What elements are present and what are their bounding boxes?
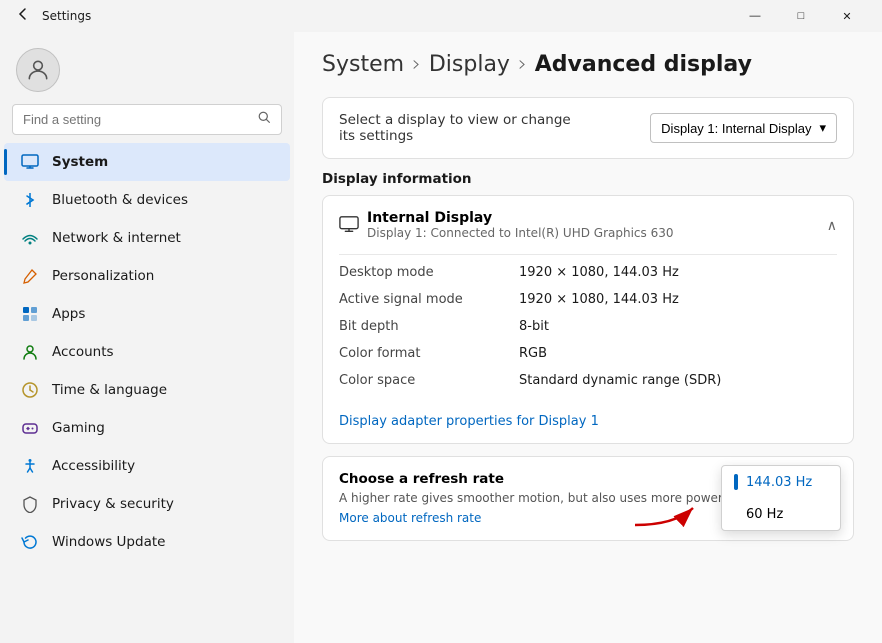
privacy-icon xyxy=(20,494,40,514)
sidebar-item-update-label: Windows Update xyxy=(52,534,165,550)
brush-icon xyxy=(20,266,40,286)
breadcrumb-sep1: › xyxy=(412,52,421,77)
row-label-desktop: Desktop mode xyxy=(339,265,519,280)
row-value-bitdepth: 8-bit xyxy=(519,319,549,334)
row-value-colorformat: RGB xyxy=(519,346,547,361)
time-icon xyxy=(20,380,40,400)
sidebar-item-personalization-label: Personalization xyxy=(52,268,154,284)
maximize-button[interactable]: □ xyxy=(778,0,824,32)
avatar xyxy=(16,48,60,92)
sidebar-item-bluetooth-label: Bluetooth & devices xyxy=(52,192,188,208)
minimize-button[interactable]: — xyxy=(732,0,778,32)
user-section xyxy=(0,32,294,104)
sidebar-item-system[interactable]: System xyxy=(4,143,290,181)
sidebar-item-accessibility-label: Accessibility xyxy=(52,458,135,474)
display-info-section-header: Display information xyxy=(322,171,854,187)
app-body: System Bluetooth & devices Network & xyxy=(0,32,882,643)
sidebar-item-bluetooth[interactable]: Bluetooth & devices xyxy=(4,181,290,219)
search-input[interactable] xyxy=(23,112,250,127)
refresh-option-60[interactable]: 60 Hz xyxy=(722,498,840,530)
display-card-header-left: Internal Display Display 1: Connected to… xyxy=(339,210,674,240)
sidebar-item-gaming-label: Gaming xyxy=(52,420,105,436)
refresh-option-144-label: 144.03 Hz xyxy=(746,475,812,490)
chevron-down-icon: ▾ xyxy=(819,120,826,136)
display-dropdown[interactable]: Display 1: Internal Display ▾ xyxy=(650,113,837,143)
adapter-link-row: Display adapter properties for Display 1 xyxy=(323,402,853,443)
back-button[interactable] xyxy=(12,3,34,30)
display-dropdown-value: Display 1: Internal Display xyxy=(661,121,811,136)
sidebar-item-time[interactable]: Time & language xyxy=(4,371,290,409)
adapter-properties-link[interactable]: Display adapter properties for Display 1 xyxy=(339,414,599,429)
row-label-bitdepth: Bit depth xyxy=(339,319,519,334)
table-row: Desktop mode 1920 × 1080, 144.03 Hz xyxy=(339,259,837,286)
selected-indicator xyxy=(734,474,738,490)
monitor-icon xyxy=(339,215,359,235)
refresh-rate-card: Choose a refresh rate A higher rate give… xyxy=(322,456,854,541)
sidebar-item-network-label: Network & internet xyxy=(52,230,181,246)
display-card-subtitle: Display 1: Connected to Intel(R) UHD Gra… xyxy=(367,226,674,240)
sidebar-item-personalization[interactable]: Personalization xyxy=(4,257,290,295)
sidebar-item-network[interactable]: Network & internet xyxy=(4,219,290,257)
close-button[interactable]: ✕ xyxy=(824,0,870,32)
titlebar-title: Settings xyxy=(42,9,91,23)
sidebar-item-apps[interactable]: Apps xyxy=(4,295,290,333)
row-value-colorspace: Standard dynamic range (SDR) xyxy=(519,373,721,388)
display-card-title-group: Internal Display Display 1: Connected to… xyxy=(367,210,674,240)
breadcrumb-sep2: › xyxy=(518,52,527,77)
display-card-title: Internal Display xyxy=(367,210,674,226)
breadcrumb: System › Display › Advanced display xyxy=(322,52,854,77)
row-label-colorspace: Color space xyxy=(339,373,519,388)
refresh-more-link[interactable]: More about refresh rate xyxy=(339,511,481,525)
row-label-signal: Active signal mode xyxy=(339,292,519,307)
sidebar-item-system-label: System xyxy=(52,154,108,170)
search-icon xyxy=(258,111,271,128)
table-row: Color space Standard dynamic range (SDR) xyxy=(339,367,837,394)
main-content: System › Display › Advanced display Sele… xyxy=(294,32,882,643)
sidebar-item-gaming[interactable]: Gaming xyxy=(4,409,290,447)
bluetooth-icon xyxy=(20,190,40,210)
breadcrumb-advanced: Advanced display xyxy=(535,52,752,77)
update-icon xyxy=(20,532,40,552)
sidebar-item-privacy[interactable]: Privacy & security xyxy=(4,485,290,523)
network-icon xyxy=(20,228,40,248)
gaming-icon xyxy=(20,418,40,438)
system-icon xyxy=(20,152,40,172)
sidebar-item-apps-label: Apps xyxy=(52,306,85,322)
row-label-colorformat: Color format xyxy=(339,346,519,361)
refresh-option-144[interactable]: 144.03 Hz xyxy=(722,466,840,498)
table-row: Bit depth 8-bit xyxy=(339,313,837,340)
table-row: Active signal mode 1920 × 1080, 144.03 H… xyxy=(339,286,837,313)
info-table: Desktop mode 1920 × 1080, 144.03 Hz Acti… xyxy=(323,255,853,402)
row-value-signal: 1920 × 1080, 144.03 Hz xyxy=(519,292,679,307)
arrow-indicator xyxy=(625,480,705,534)
unselected-spacer xyxy=(734,506,738,522)
titlebar: Settings — □ ✕ xyxy=(0,0,882,32)
refresh-rate-dropdown[interactable]: 144.03 Hz 60 Hz xyxy=(721,465,841,531)
table-row: Color format RGB xyxy=(339,340,837,367)
search-box[interactable] xyxy=(12,104,282,135)
sidebar-item-accounts[interactable]: Accounts xyxy=(4,333,290,371)
selector-label: Select a display to view or change its s… xyxy=(339,112,579,144)
sidebar: System Bluetooth & devices Network & xyxy=(0,32,294,643)
sidebar-item-accessibility[interactable]: Accessibility xyxy=(4,447,290,485)
titlebar-left: Settings xyxy=(12,3,91,30)
row-value-desktop: 1920 × 1080, 144.03 Hz xyxy=(519,265,679,280)
window-controls: — □ ✕ xyxy=(732,0,870,32)
refresh-option-60-label: 60 Hz xyxy=(746,507,783,522)
apps-icon xyxy=(20,304,40,324)
display-card-header: Internal Display Display 1: Connected to… xyxy=(323,196,853,254)
breadcrumb-system: System xyxy=(322,52,404,77)
display-selector-row: Select a display to view or change its s… xyxy=(322,97,854,159)
accessibility-icon xyxy=(20,456,40,476)
sidebar-item-time-label: Time & language xyxy=(52,382,167,398)
collapse-button[interactable]: ∧ xyxy=(827,217,837,234)
breadcrumb-display: Display xyxy=(429,52,510,77)
accounts-icon xyxy=(20,342,40,362)
sidebar-item-update[interactable]: Windows Update xyxy=(4,523,290,561)
display-info-card: Internal Display Display 1: Connected to… xyxy=(322,195,854,444)
sidebar-item-accounts-label: Accounts xyxy=(52,344,114,360)
sidebar-item-privacy-label: Privacy & security xyxy=(52,496,174,512)
